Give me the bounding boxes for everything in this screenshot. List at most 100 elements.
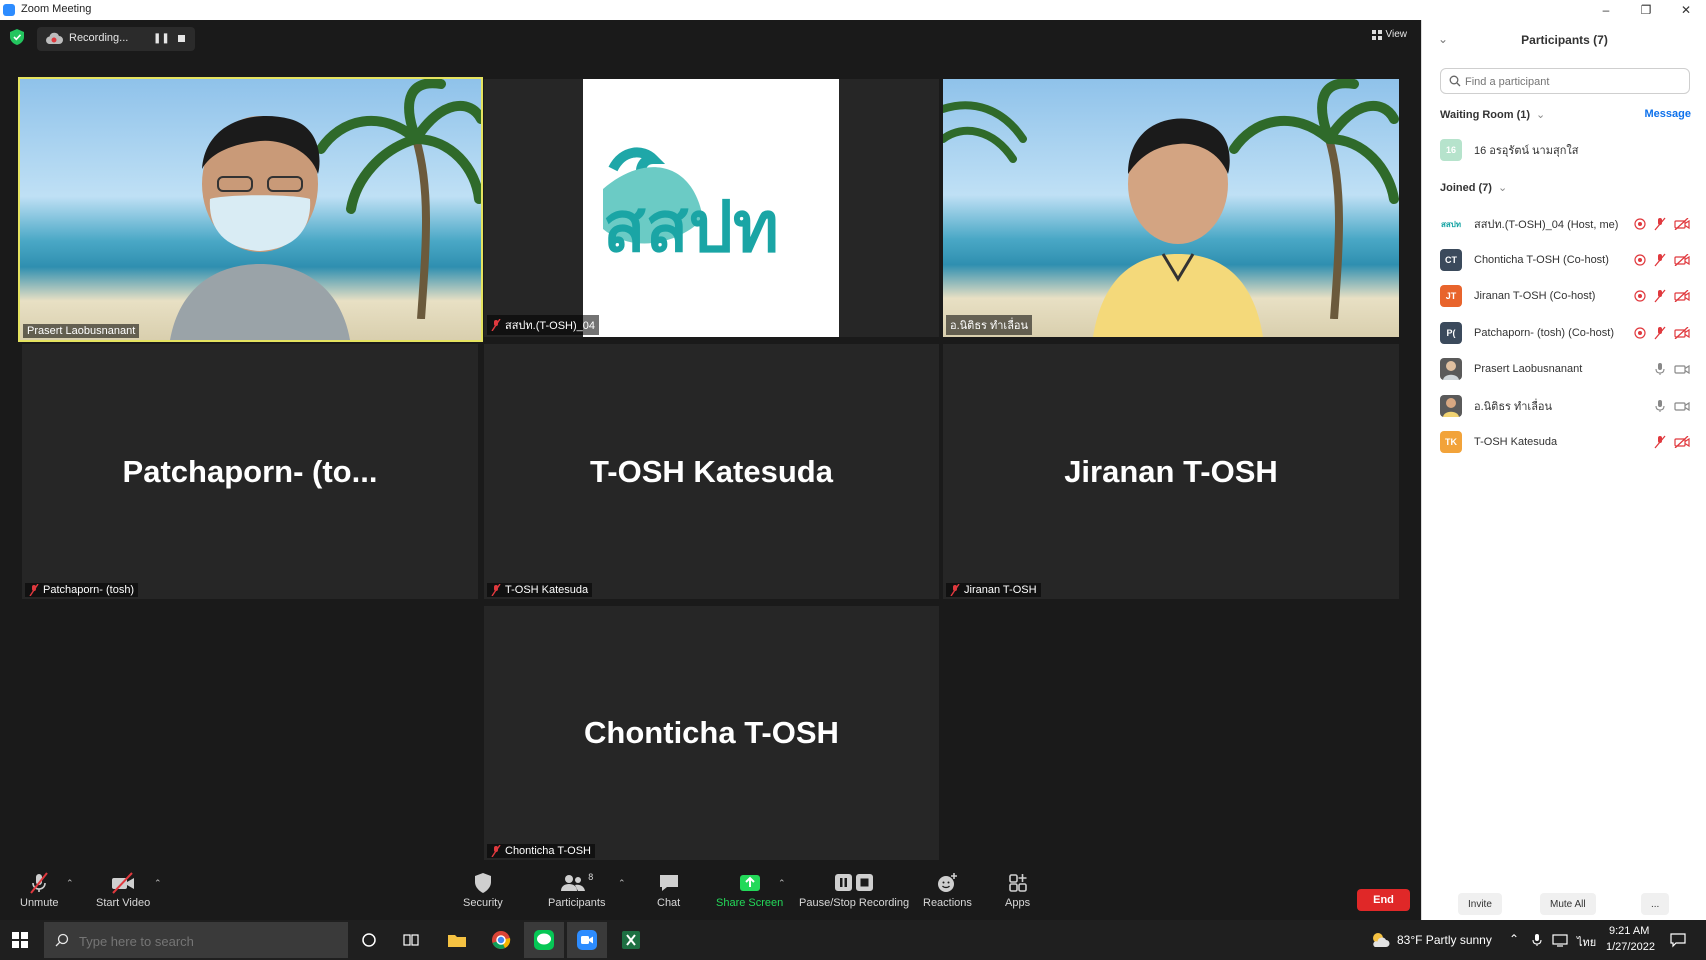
file-explorer-icon[interactable] <box>437 922 477 958</box>
minimize-button[interactable]: – <box>1586 0 1626 20</box>
participant-display-name: Jiranan T-OSH <box>1064 453 1278 489</box>
panel-title: Participants (7) <box>1521 33 1608 47</box>
clock-time[interactable]: 9:21 AM <box>1609 925 1649 937</box>
line-app-icon[interactable] <box>524 922 564 958</box>
taskbar-search-box[interactable] <box>44 922 348 958</box>
mic-muted-icon <box>491 584 501 596</box>
pause-recording-icon[interactable]: ❚❚ <box>153 33 170 44</box>
start-video-label: Start Video <box>96 897 151 909</box>
participant-row[interactable]: JT Jiranan T-OSH (Co-host) <box>1440 284 1692 308</box>
palm-tree-left-image <box>943 101 1027 163</box>
weather-partly-sunny-icon <box>1373 933 1390 947</box>
tile-name-text: อ.นิติธร ทำเลื่อน <box>950 320 1029 332</box>
clock-date[interactable]: 1/27/2022 <box>1606 941 1655 953</box>
tile-name-label: Prasert Laobusnanant <box>23 324 140 338</box>
participant-row[interactable]: อ.นิติธร ทำเลื่อน <box>1440 394 1692 418</box>
start-video-button[interactable]: Start Video <box>96 872 150 909</box>
video-tile-nitithorn[interactable]: อ.นิติธร ทำเลื่อน <box>943 79 1399 337</box>
person-image <box>170 116 350 340</box>
apps-icon <box>1008 874 1027 892</box>
more-options-button[interactable]: ... <box>1641 893 1670 915</box>
tile-name-text: Jiranan T-OSH <box>964 584 1037 596</box>
input-language[interactable]: ไทย <box>1577 933 1596 951</box>
participant-row[interactable]: P( Patchaporn- (tosh) (Co-host) <box>1440 321 1692 345</box>
avatar: 16 <box>1440 139 1462 161</box>
video-tile-jiranan[interactable]: Jiranan T-OSH Jiranan T-OSH <box>943 344 1399 599</box>
participant-display-name: Chonticha T-OSH <box>584 715 839 750</box>
pause-stop-recording-label: Pause/Stop Recording <box>799 897 910 909</box>
excel-icon[interactable] <box>611 922 651 958</box>
close-button[interactable]: ✕ <box>1666 0 1706 20</box>
view-button[interactable]: View <box>1371 29 1407 40</box>
tile-name-label: Patchaporn- (tosh) <box>25 583 139 597</box>
participant-row[interactable]: TK T-OSH Katesuda <box>1440 430 1692 454</box>
chrome-icon[interactable] <box>481 922 521 958</box>
video-options-caret[interactable]: ⌃ <box>154 878 162 889</box>
weather-text[interactable]: 83°F Partly sunny <box>1397 933 1492 947</box>
start-button[interactable] <box>0 922 40 958</box>
end-meeting-button[interactable]: End <box>1357 889 1410 911</box>
participant-search-input[interactable] <box>1463 72 1687 92</box>
cortana-icon[interactable] <box>349 922 389 958</box>
participant-display-name: T-OSH Katesuda <box>590 453 833 489</box>
grid-icon <box>1371 29 1382 40</box>
restore-button[interactable]: ❐ <box>1626 0 1666 20</box>
camera-icon <box>1674 364 1690 375</box>
person-photo-icon <box>1443 361 1459 380</box>
security-button[interactable]: Security <box>463 872 503 909</box>
video-tile-katesuda[interactable]: T-OSH Katesuda T-OSH Katesuda <box>484 344 939 599</box>
meeting-toolbar: Unmute ⌃ Start Video ⌃ Security 8 Partic… <box>0 868 1421 920</box>
logo-text: สสปท <box>603 188 780 266</box>
pause-stop-icon <box>835 874 874 891</box>
recording-icon <box>1634 290 1646 302</box>
tile-name-text: Patchaporn- (tosh) <box>43 584 135 596</box>
unmute-button[interactable]: Unmute <box>20 872 59 909</box>
video-tile-host[interactable]: สสปท สสปท.(T-OSH)_04 <box>484 79 939 337</box>
participant-display-name: Patchaporn- (to... <box>122 453 378 489</box>
waiting-row[interactable]: 16 16 อรอุรัตน์ นามสุกใส <box>1440 138 1692 162</box>
video-tile-prasert[interactable]: Prasert Laobusnanant <box>18 77 483 342</box>
avatar: TK <box>1440 431 1462 453</box>
message-link[interactable]: Message <box>1645 108 1691 120</box>
network-icon[interactable] <box>1552 933 1568 947</box>
taskbar-search-input[interactable] <box>77 931 341 951</box>
joined-header[interactable]: Joined (7) ⌄ <box>1440 181 1507 195</box>
waiting-room-label: Waiting Room (1) <box>1440 108 1531 121</box>
shield-icon[interactable] <box>10 29 24 45</box>
task-view-icon[interactable] <box>392 922 432 958</box>
avatar: P( <box>1440 322 1462 344</box>
tile-name-label: Jiranan T-OSH <box>946 583 1041 597</box>
participant-row[interactable]: สสปท สสปท.(T-OSH)_04 (Host, me) <box>1440 212 1692 236</box>
recording-indicator: Recording... ❚❚ <box>37 27 195 51</box>
video-tile-chonticha[interactable]: Chonticha T-OSH Chonticha T-OSH <box>484 606 939 860</box>
participants-button[interactable]: 8 Participants <box>548 872 605 909</box>
notifications-icon[interactable] <box>1670 932 1686 948</box>
microphone-tray-icon[interactable] <box>1532 933 1542 947</box>
participants-options-caret[interactable]: ⌃ <box>618 878 626 889</box>
pause-stop-recording-button[interactable]: Pause/Stop Recording <box>799 872 909 909</box>
participant-search-box[interactable] <box>1440 68 1690 94</box>
participant-row[interactable]: Prasert Laobusnanant <box>1440 357 1692 381</box>
invite-button[interactable]: Invite <box>1458 893 1502 915</box>
reactions-button[interactable]: Reactions <box>923 872 972 909</box>
waiting-room-header[interactable]: Waiting Room (1) ⌄ <box>1440 108 1545 122</box>
audio-options-caret[interactable]: ⌃ <box>66 878 74 889</box>
mute-all-button[interactable]: Mute All <box>1540 893 1596 915</box>
video-tile-patchaporn[interactable]: Patchaporn- (to... Patchaporn- (tosh) <box>22 344 478 599</box>
apps-button[interactable]: Apps <box>1005 872 1030 909</box>
camera-off-icon <box>1674 254 1690 266</box>
tray-chevron-icon[interactable]: ⌃ <box>1509 932 1519 946</box>
chat-button[interactable]: Chat <box>657 872 680 909</box>
share-options-caret[interactable]: ⌃ <box>778 878 786 889</box>
recording-icon <box>1634 254 1646 266</box>
stop-recording-icon[interactable] <box>178 35 185 42</box>
shield-icon <box>474 873 491 893</box>
recording-icon <box>1634 327 1646 339</box>
mic-icon <box>1655 363 1665 375</box>
windows-logo-icon <box>12 932 28 948</box>
participant-row[interactable]: CT Chonticha T-OSH (Co-host) <box>1440 248 1692 272</box>
camera-off-icon <box>1674 218 1690 230</box>
tile-name-label: T-OSH Katesuda <box>487 583 593 597</box>
zoom-taskbar-icon[interactable] <box>567 922 607 958</box>
share-screen-button[interactable]: Share Screen <box>716 872 783 909</box>
